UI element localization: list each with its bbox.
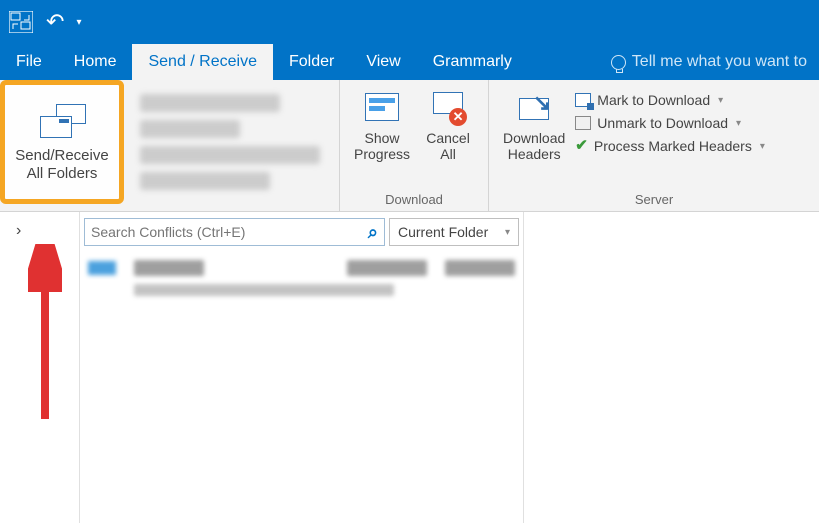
download-headers-button[interactable]: ↘ Download Headers	[497, 84, 571, 162]
reading-pane	[524, 212, 819, 523]
envelope-stack-icon	[34, 101, 90, 141]
tell-me-search[interactable]: Tell me what you want to	[599, 44, 819, 80]
search-icon[interactable]: ⌕	[368, 222, 378, 243]
send-receive-all-folders-button[interactable]: Send/Receive All Folders	[0, 80, 124, 204]
chevron-down-icon: ▾	[736, 118, 741, 129]
ribbon: Send/Receive All Folders . Show Progress…	[0, 80, 819, 212]
search-scope-dropdown[interactable]: Current Folder ▾	[389, 218, 519, 246]
progress-icon	[360, 88, 404, 126]
app-icon	[8, 9, 34, 35]
qat-customize-dropdown[interactable]: ▾	[76, 17, 81, 28]
undo-button[interactable]: ↶	[46, 9, 64, 35]
message-list	[80, 252, 523, 304]
chevron-down-icon: ▾	[760, 141, 765, 152]
group-label-download: Download	[348, 192, 480, 209]
download-headers-icon: ↘	[512, 88, 556, 126]
bulb-icon	[611, 55, 626, 70]
send-receive-label-1: Send/Receive	[15, 147, 108, 165]
checkmark-icon: ✔	[575, 140, 588, 152]
title-bar: ↶ ▾	[0, 0, 819, 44]
annotation-arrow	[28, 244, 62, 424]
search-box[interactable]: ⌕	[84, 218, 385, 246]
show-progress-button[interactable]: Show Progress	[348, 84, 416, 162]
tab-send-receive[interactable]: Send / Receive	[132, 44, 273, 80]
expand-folder-pane-button[interactable]: ›	[0, 222, 79, 240]
message-list-pane: ⌕ Current Folder ▾	[80, 212, 524, 523]
unmark-icon	[575, 116, 591, 130]
folder-pane-collapsed: ›	[0, 212, 80, 523]
unmark-to-download-button[interactable]: Unmark to Download ▾	[571, 113, 769, 133]
tab-file[interactable]: File	[0, 44, 58, 80]
tab-folder[interactable]: Folder	[273, 44, 350, 80]
mark-icon	[575, 93, 591, 107]
tab-view[interactable]: View	[350, 44, 416, 80]
tell-me-label: Tell me what you want to	[632, 53, 807, 71]
chevron-down-icon: ▾	[505, 227, 510, 238]
tab-home[interactable]: Home	[58, 44, 133, 80]
mark-to-download-button[interactable]: Mark to Download ▾	[571, 90, 769, 110]
chevron-down-icon: ▾	[718, 95, 723, 106]
group-label-server: Server	[497, 192, 811, 209]
search-input[interactable]	[91, 224, 368, 240]
send-receive-label-2: All Folders	[15, 165, 108, 183]
tab-grammarly[interactable]: Grammarly	[417, 44, 528, 80]
content-area: › ⌕ Current Folder ▾	[0, 212, 819, 523]
cancel-icon: ✕	[426, 88, 470, 126]
cancel-all-button[interactable]: ✕ Cancel All	[416, 84, 480, 162]
ribbon-tabs: File Home Send / Receive Folder View Gra…	[0, 44, 819, 80]
process-marked-headers-button[interactable]: ✔ Process Marked Headers ▾	[571, 136, 769, 156]
